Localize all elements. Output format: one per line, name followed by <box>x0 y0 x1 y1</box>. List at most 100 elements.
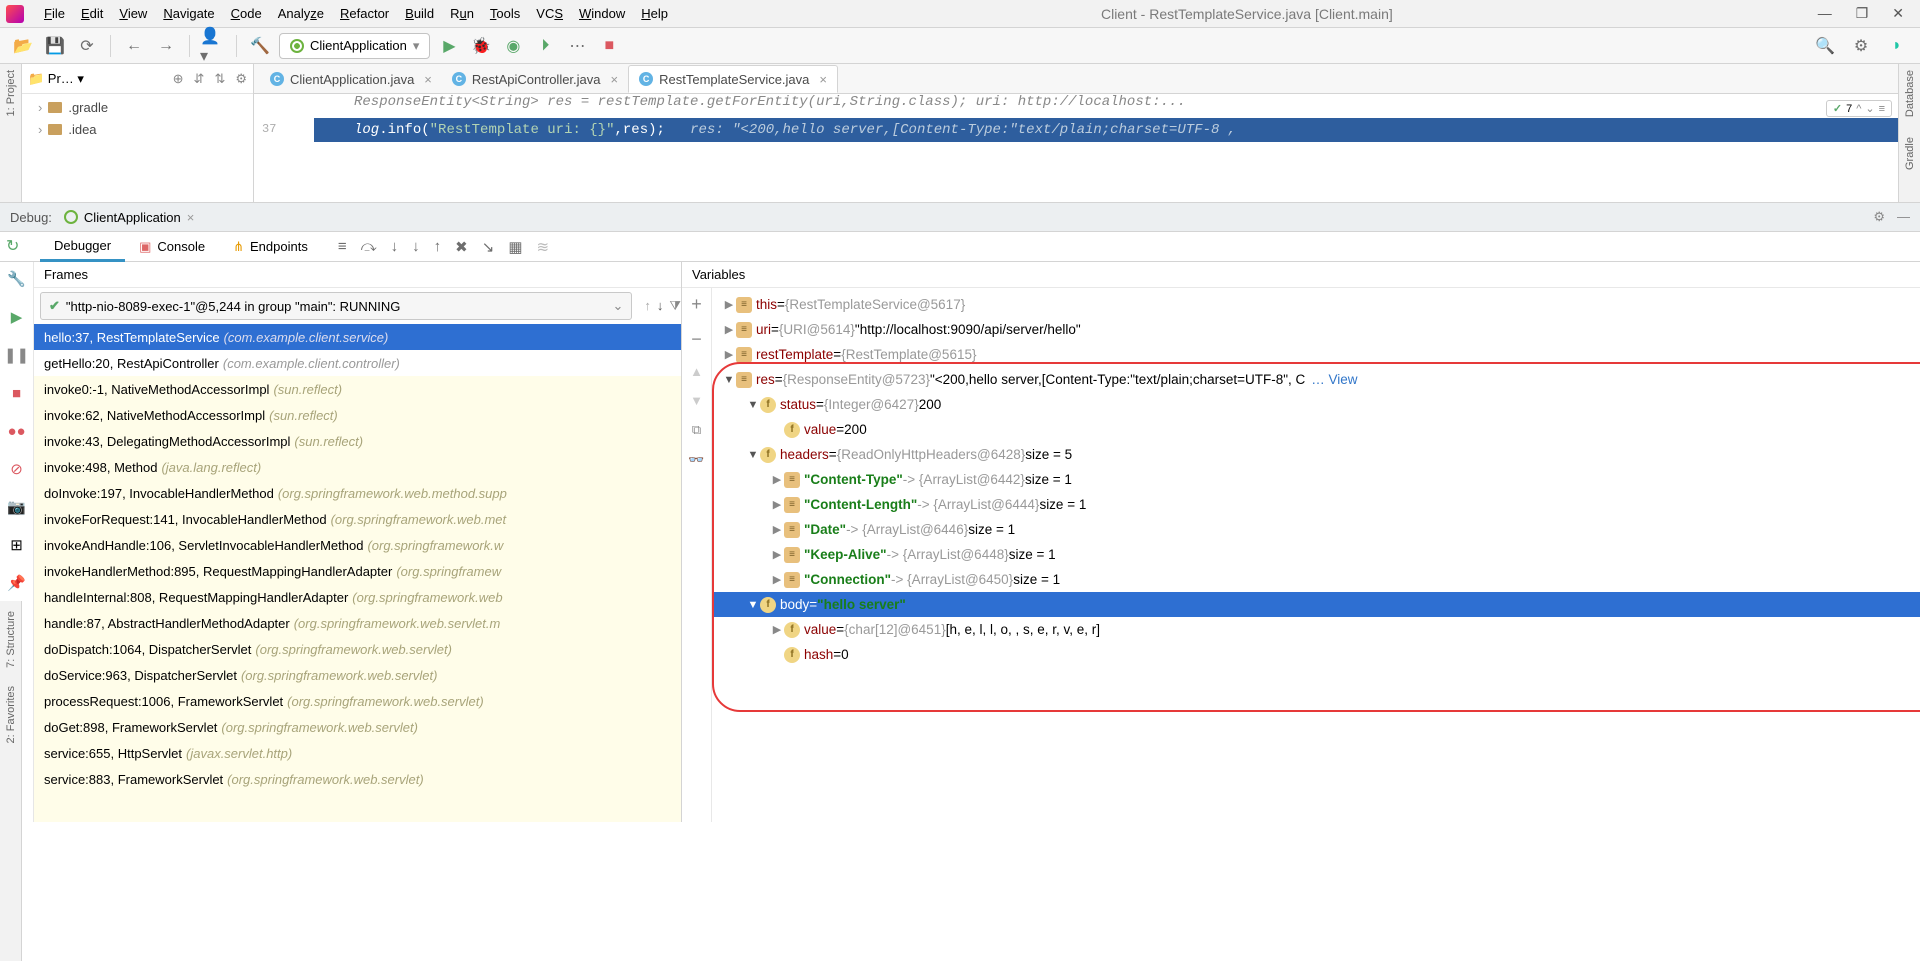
search-icon[interactable]: 🔍 <box>1812 33 1838 59</box>
editor-tab[interactable]: CRestApiController.java× <box>442 65 628 93</box>
variable-row[interactable]: ▼fbody = "hello server" <box>712 592 1920 617</box>
menu-view[interactable]: View <box>111 6 155 21</box>
menu-vcs[interactable]: VCS <box>528 6 571 21</box>
build-icon[interactable]: 🔨 <box>247 33 273 59</box>
add-watch-icon[interactable]: + <box>691 294 702 315</box>
expand-icon[interactable]: ⇵ <box>194 71 205 87</box>
menu-edit[interactable]: Edit <box>73 6 111 21</box>
menu-build[interactable]: Build <box>397 6 442 21</box>
settings-icon[interactable]: ⚙ <box>1848 33 1874 59</box>
pause-icon[interactable]: ❚❚ <box>6 344 28 366</box>
maximize-button[interactable]: ❐ <box>1856 5 1869 22</box>
frames-list[interactable]: hello:37, RestTemplateService(com.exampl… <box>34 324 681 822</box>
frame-row[interactable]: doDispatch:1064, DispatcherServlet(org.s… <box>34 636 681 662</box>
copy-icon[interactable]: ⧉ <box>692 422 701 438</box>
sync-icon[interactable]: ⟳ <box>74 33 100 59</box>
stop-debug-icon[interactable]: ■ <box>6 382 28 404</box>
profile-icon[interactable]: 👤▾ <box>200 33 226 59</box>
variable-row[interactable]: ▼≡res = {ResponseEntity@5723} "<200,hell… <box>712 367 1920 392</box>
editor-tab[interactable]: CRestTemplateService.java× <box>628 65 838 93</box>
close-tab-icon[interactable]: × <box>819 72 827 87</box>
variable-row[interactable]: ▶≡"Content-Length" -> {ArrayList@6444} s… <box>712 492 1920 517</box>
variables-tree[interactable]: ▶≡this = {RestTemplateService@5617}▶≡uri… <box>712 288 1920 822</box>
frame-row[interactable]: invoke:62, NativeMethodAccessorImpl(sun.… <box>34 402 681 428</box>
menu-tools[interactable]: Tools <box>482 6 528 21</box>
structure-tool-button[interactable]: 7: Structure <box>5 611 17 668</box>
menu-run[interactable]: Run <box>442 6 482 21</box>
next-frame-icon[interactable]: ↓ <box>657 298 664 314</box>
frame-row[interactable]: invoke:498, Method(java.lang.reflect) <box>34 454 681 480</box>
tab-console[interactable]: ▣Console <box>125 232 219 262</box>
coverage-icon[interactable]: ◉ <box>500 33 526 59</box>
run-icon[interactable]: ▶ <box>436 33 462 59</box>
run-config-select[interactable]: ClientApplication ▾ <box>279 33 430 59</box>
debug-icon[interactable]: 🐞 <box>468 33 494 59</box>
thread-select[interactable]: ✔ "http-nio-8089-exec-1"@5,244 in group … <box>40 292 632 320</box>
prev-frame-icon[interactable]: ↑ <box>644 298 651 314</box>
variable-row[interactable]: ▶≡"Keep-Alive" -> {ArrayList@6448} size … <box>712 542 1920 567</box>
mute-breakpoints-icon[interactable]: ⊘ <box>6 458 28 480</box>
variable-row[interactable]: ▶≡"Content-Type" -> {ArrayList@6442} siz… <box>712 467 1920 492</box>
run-to-cursor-icon[interactable]: ↘ <box>482 238 495 256</box>
menu-help[interactable]: Help <box>633 6 676 21</box>
frame-row[interactable]: doInvoke:197, InvocableHandlerMethod(org… <box>34 480 681 506</box>
breakpoints-icon[interactable]: ●● <box>6 420 28 442</box>
debug-settings-icon[interactable]: ⚙ <box>1873 209 1885 225</box>
database-tool-button[interactable]: Database <box>1904 70 1916 117</box>
frame-row[interactable]: handle:87, AbstractHandlerMethodAdapter(… <box>34 610 681 636</box>
step-into-icon[interactable]: ↓ <box>391 238 399 255</box>
down-icon[interactable]: ▼ <box>690 393 703 408</box>
glasses-icon[interactable]: 👓 <box>688 452 704 468</box>
up-icon[interactable]: ▲ <box>690 364 703 379</box>
variable-row[interactable]: fhash = 0 <box>712 642 1920 667</box>
layout-icon[interactable]: ⊞ <box>6 534 28 556</box>
variable-row[interactable]: ▶≡uri = {URI@5614} "http://localhost:909… <box>712 317 1920 342</box>
frame-row[interactable]: service:655, HttpServlet(javax.servlet.h… <box>34 740 681 766</box>
frame-row[interactable]: getHello:20, RestApiController(com.examp… <box>34 350 681 376</box>
inspection-badge[interactable]: ✓7^⌄≡ <box>1826 100 1892 117</box>
menu-analyze[interactable]: Analyze <box>270 6 332 21</box>
close-tab-icon[interactable]: × <box>424 72 432 87</box>
threads-icon[interactable]: ≡ <box>338 238 347 255</box>
jetbrains-icon[interactable]: ◗ <box>1884 33 1910 59</box>
menu-code[interactable]: Code <box>223 6 270 21</box>
tab-debugger[interactable]: Debugger <box>40 232 125 262</box>
back-icon[interactable]: ← <box>121 33 147 59</box>
forward-icon[interactable]: → <box>153 33 179 59</box>
variable-row[interactable]: ▼fheaders = {ReadOnlyHttpHeaders@6428} s… <box>712 442 1920 467</box>
step-out-icon[interactable]: ↑ <box>434 238 442 255</box>
tab-endpoints[interactable]: ⋔Endpoints <box>219 232 322 262</box>
minimize-button[interactable]: — <box>1818 5 1832 22</box>
close-tab-icon[interactable]: × <box>611 72 619 87</box>
project-view-select[interactable]: 📁 Pr… ▾ <box>28 71 84 87</box>
gear-icon[interactable]: ⚙ <box>235 71 247 87</box>
wrench-icon[interactable]: 🔧 <box>6 268 28 290</box>
frame-row[interactable]: service:883, FrameworkServlet(org.spring… <box>34 766 681 792</box>
close-session-icon[interactable]: × <box>187 210 195 225</box>
project-tree[interactable]: ›.gradle ›.idea <box>22 94 253 202</box>
evaluate-icon[interactable]: ▦ <box>508 238 522 256</box>
variable-row[interactable]: ▶≡"Date" -> {ArrayList@6446} size = 1 <box>712 517 1920 542</box>
favorites-tool-button[interactable]: 2: Favorites <box>5 686 17 743</box>
frame-row[interactable]: processRequest:1006, FrameworkServlet(or… <box>34 688 681 714</box>
target-icon[interactable]: ⊕ <box>173 71 184 87</box>
frame-row[interactable]: invoke0:-1, NativeMethodAccessorImpl(sun… <box>34 376 681 402</box>
step-over-icon[interactable]: ⤼ <box>361 238 377 255</box>
resume-icon[interactable]: ▶ <box>6 306 28 328</box>
filter-icon[interactable]: ⧩ <box>669 298 681 314</box>
frame-row[interactable]: hello:37, RestTemplateService(com.exampl… <box>34 324 681 350</box>
frame-row[interactable]: doGet:898, FrameworkServlet(org.springfr… <box>34 714 681 740</box>
debug-session[interactable]: ClientApplication × <box>64 210 194 225</box>
camera-icon[interactable]: 📷 <box>6 496 28 518</box>
editor-body[interactable]: ResponseEntity<String> res = restTemplat… <box>254 94 1898 202</box>
variable-row[interactable]: ▼fstatus = {Integer@6427} 200 <box>712 392 1920 417</box>
variable-row[interactable]: ▶≡this = {RestTemplateService@5617} <box>712 292 1920 317</box>
collapse-icon[interactable]: ⇅ <box>214 71 225 87</box>
rerun-icon[interactable]: ↻ <box>6 238 19 255</box>
close-button[interactable]: ✕ <box>1892 5 1904 22</box>
menu-file[interactable]: File <box>36 6 73 21</box>
project-tool-button[interactable]: 1: Project <box>5 70 17 116</box>
stop-icon[interactable]: ■ <box>596 33 622 59</box>
frame-row[interactable]: invokeForRequest:141, InvocableHandlerMe… <box>34 506 681 532</box>
menu-window[interactable]: Window <box>571 6 633 21</box>
